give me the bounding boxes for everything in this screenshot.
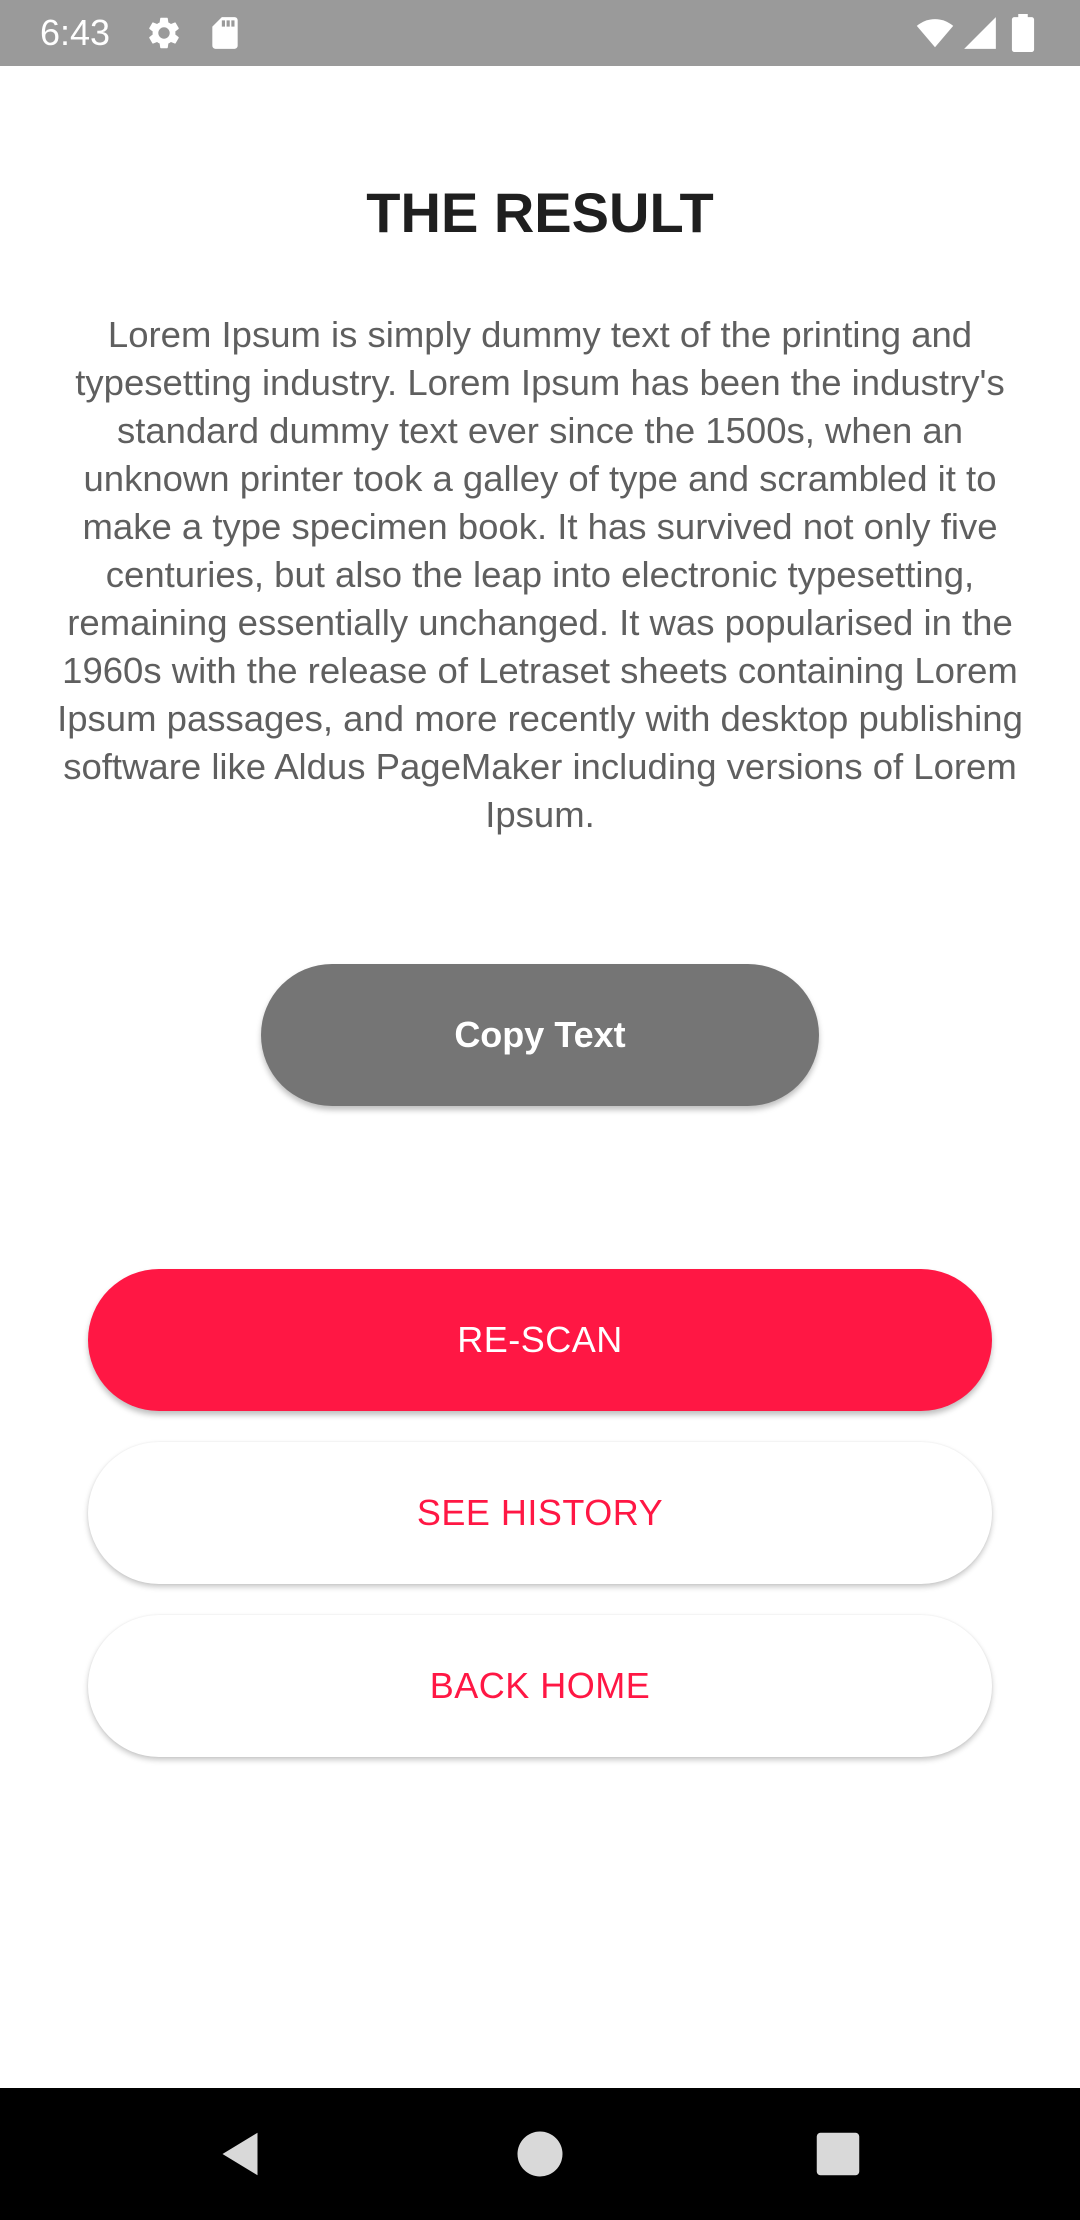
home-circle-icon[interactable] [510,2124,570,2184]
copy-text-label: Copy Text [454,1014,626,1055]
sd-card-icon [206,14,244,52]
wifi-icon [913,14,957,52]
page-title: THE RESULT [366,181,714,244]
gear-icon [145,14,183,52]
recents-square-icon[interactable] [808,2124,868,2184]
back-triangle-icon[interactable] [210,2124,270,2184]
navigation-bar [0,2088,1080,2220]
back-home-button[interactable]: BACK HOME [88,1615,992,1757]
see-history-label: SEE HISTORY [416,1492,664,1533]
result-text: Lorem Ipsum is simply dummy text of the … [57,314,1023,835]
rescan-button[interactable]: RE-SCAN [88,1269,992,1411]
result-screen: 6:43 THE RESULT Lorem Ipsum is simply du… [0,0,1080,2220]
status-time: 6:43 [40,12,111,53]
copy-text-button[interactable]: Copy Text [261,964,819,1106]
battery-icon [1010,14,1036,52]
cell-signal-icon [961,14,999,52]
back-home-label: BACK HOME [429,1665,651,1706]
rescan-label: RE-SCAN [457,1319,623,1360]
see-history-button[interactable]: SEE HISTORY [88,1442,992,1584]
status-bar: 6:43 [0,0,1080,66]
